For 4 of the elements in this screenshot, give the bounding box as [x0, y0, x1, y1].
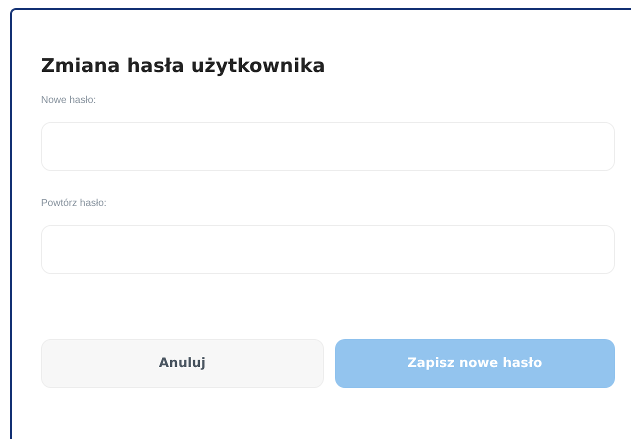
- cancel-button[interactable]: Anuluj: [41, 339, 324, 388]
- dialog-title: Zmiana hasła użytkownika: [41, 54, 326, 79]
- field-label: Nowe hasło:: [41, 94, 96, 108]
- field-label: Powtórz hasło:: [41, 197, 107, 211]
